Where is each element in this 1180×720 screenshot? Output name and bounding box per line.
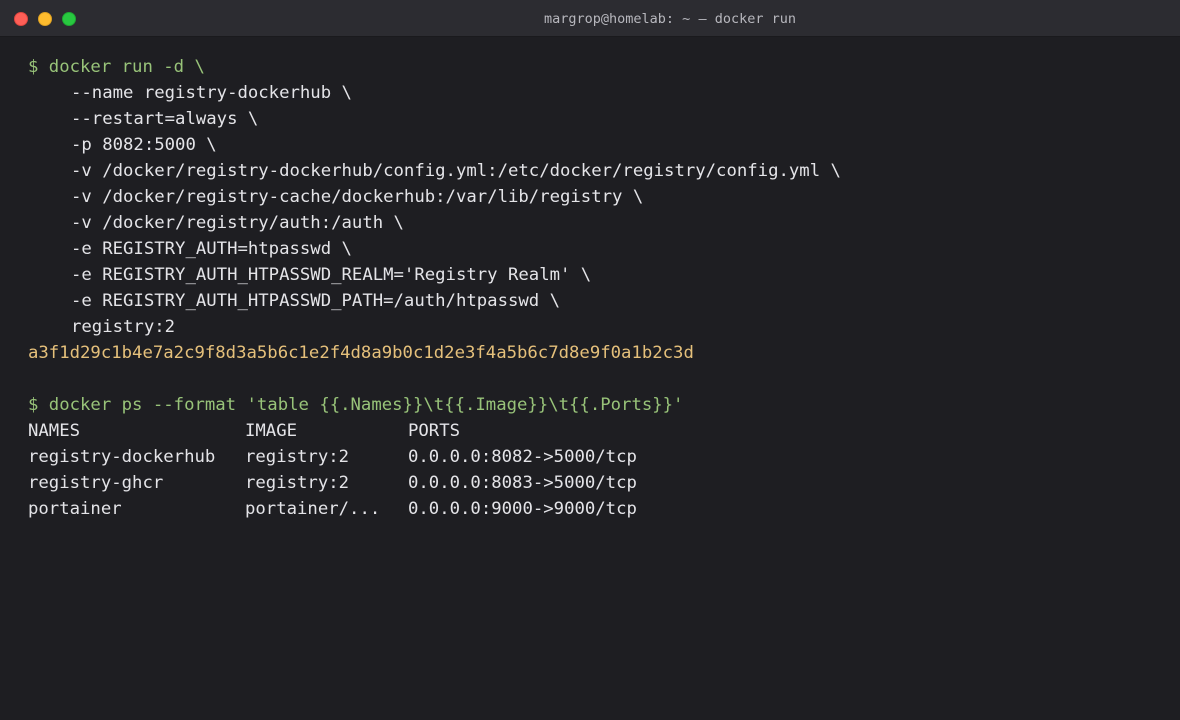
cell-image: registry:2: [245, 473, 350, 493]
title-bar: margrop@homelab: ~ — docker run: [0, 0, 1180, 37]
cell-ports: 0.0.0.0:8082->5000/tcp: [408, 447, 637, 467]
container-id-output: a3f1d29c1b4e7a2c9f8d3a5b6c1e2f4d8a9b0c1d…: [28, 343, 694, 363]
cell-name: portainer: [28, 499, 122, 519]
cell-image: registry:2: [245, 447, 350, 467]
terminal-window: margrop@homelab: ~ — docker run $ docker…: [0, 0, 1180, 720]
header-image: IMAGE: [245, 421, 298, 441]
cell-ports: 0.0.0.0:9000->9000/tcp: [408, 499, 637, 519]
table-row: registry-dockerhub registry:2 0.0.0.0:80…: [28, 444, 1160, 470]
run-arg-line: --restart=always \: [71, 109, 259, 129]
cell-image: portainer/...: [245, 499, 381, 519]
run-arg-line: -v /docker/registry-cache/dockerhub:/var…: [71, 187, 644, 207]
header-ports: PORTS: [408, 421, 461, 441]
cell-ports: 0.0.0.0:8083->5000/tcp: [408, 473, 637, 493]
table-header: NAMES IMAGE PORTS: [28, 418, 1160, 444]
terminal-output[interactable]: $ docker run -d \ --name registry-docker…: [28, 54, 1160, 720]
table-row: portainer portainer/... 0.0.0.0:9000->90…: [28, 496, 1160, 522]
window-title: margrop@homelab: ~ — docker run: [544, 11, 796, 27]
docker-ps-command: $ docker ps --format 'table {{.Names}}\t…: [28, 395, 684, 415]
table-row: registry-ghcr registry:2 0.0.0.0:8083->5…: [28, 470, 1160, 496]
run-arg-line: -e REGISTRY_AUTH=htpasswd \: [71, 239, 352, 259]
run-arg-line: --name registry-dockerhub \: [71, 83, 352, 103]
run-arg-line: registry:2: [71, 317, 176, 337]
cell-name: registry-ghcr: [28, 473, 164, 493]
run-arg-line: -v /docker/registry-dockerhub/config.yml…: [71, 161, 841, 181]
run-arg-line: -v /docker/registry/auth:/auth \: [71, 213, 404, 233]
header-names: NAMES: [28, 421, 81, 441]
run-arg-line: -p 8082:5000 \: [71, 135, 217, 155]
cell-name: registry-dockerhub: [28, 447, 216, 467]
run-arg-line: -e REGISTRY_AUTH_HTPASSWD_REALM='Registr…: [71, 265, 592, 285]
run-arg-line: -e REGISTRY_AUTH_HTPASSWD_PATH=/auth/htp…: [71, 291, 560, 311]
docker-run-command: $ docker run -d \: [28, 57, 205, 77]
